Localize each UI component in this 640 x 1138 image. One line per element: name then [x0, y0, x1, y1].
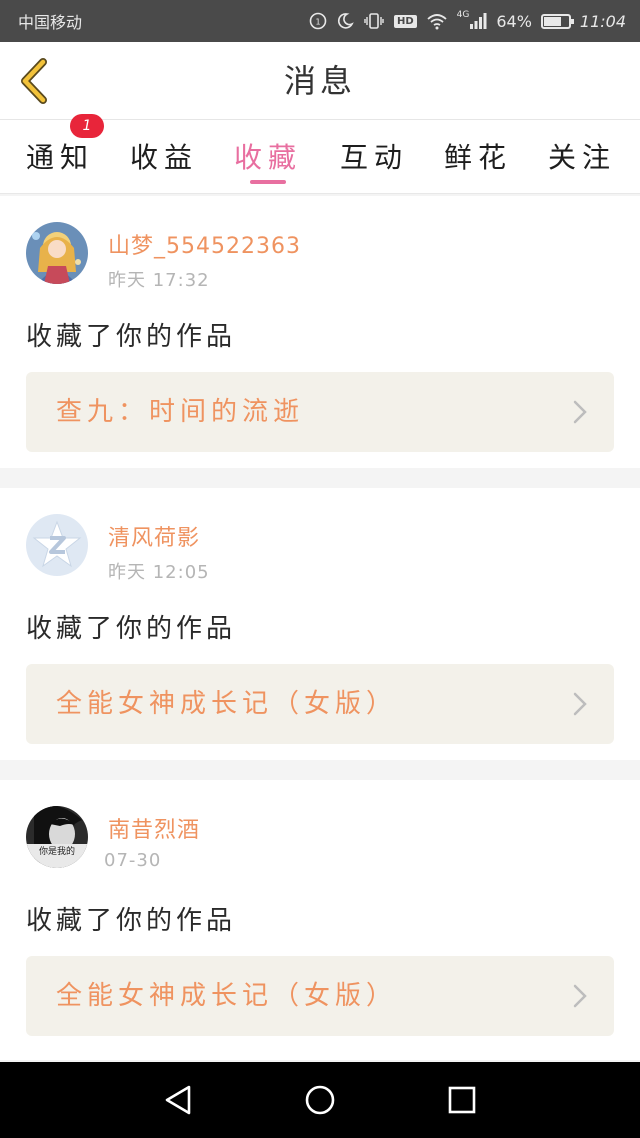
circle-home-icon	[305, 1085, 335, 1115]
work-title: 全能女神成长记（女版）	[56, 981, 398, 1011]
signal-icon: 4G	[456, 10, 488, 29]
carrier-label: 中国移动	[18, 13, 83, 32]
chevron-right-icon	[573, 692, 587, 716]
timestamp: 昨天 17:32	[108, 270, 210, 291]
vibrate-icon	[363, 12, 385, 30]
timestamp: 07-30	[104, 850, 162, 871]
avatar-text: 你是我的	[39, 845, 75, 857]
message-card: 清风荷影 昨天 12:05 收藏了你的作品 全能女神成长记（女版）	[0, 488, 640, 760]
page-title: 消息	[283, 62, 356, 100]
network-type: 4G	[456, 10, 470, 20]
active-tab-indicator	[250, 180, 286, 184]
message-card: 山梦_554522363 昨天 17:32 收藏了你的作品 查九：时间的流逝	[0, 196, 640, 468]
avatar[interactable]: 你是我的	[26, 806, 88, 868]
wifi-icon	[426, 12, 448, 30]
clock: 11:04	[579, 11, 626, 31]
tab-earnings[interactable]: 收益	[114, 120, 214, 194]
moon-icon	[336, 12, 354, 30]
avatar[interactable]	[26, 514, 88, 576]
work-link[interactable]: 全能女神成长记（女版）	[26, 664, 614, 744]
chevron-right-icon	[573, 400, 587, 424]
action-text: 收藏了你的作品	[26, 322, 237, 352]
status-bar: 中国移动 1 HD 4G 64% 11:04	[0, 0, 640, 42]
tab-bar: 通知 1 收益 收藏 互动 鲜花 关注	[0, 114, 640, 194]
system-nav-bar	[0, 1062, 640, 1138]
username[interactable]: 清风荷影	[108, 520, 200, 552]
tab-label: 关注	[547, 141, 616, 174]
work-link[interactable]: 全能女神成长记（女版）	[26, 956, 614, 1036]
action-text: 收藏了你的作品	[26, 906, 237, 936]
tab-label: 互动	[339, 141, 408, 174]
username[interactable]: 南昔烈酒	[108, 812, 200, 844]
work-title: 全能女神成长记（女版）	[56, 689, 398, 719]
message-card: 你是我的 南昔烈酒 07-30 收藏了你的作品 全能女神成长记（女版）	[0, 780, 640, 1060]
call-icon: 1	[309, 12, 327, 30]
avatar[interactable]	[26, 222, 88, 284]
tab-following[interactable]: 关注	[532, 120, 632, 194]
tab-favorites[interactable]: 收藏	[218, 120, 318, 194]
unread-badge: 1	[70, 114, 104, 138]
tab-flowers[interactable]: 鲜花	[428, 120, 528, 194]
chevron-right-icon	[573, 984, 587, 1008]
nav-home-button[interactable]	[300, 1080, 340, 1120]
action-text: 收藏了你的作品	[26, 614, 237, 644]
tab-label: 收藏	[233, 141, 302, 174]
username[interactable]: 山梦_554522363	[108, 228, 301, 260]
square-recents-icon	[448, 1086, 476, 1114]
triangle-back-icon	[165, 1085, 191, 1115]
nav-back-button[interactable]	[158, 1080, 198, 1120]
tab-notifications[interactable]: 通知 1	[10, 114, 110, 194]
battery-percent: 64%	[496, 11, 532, 31]
svg-text:1: 1	[315, 18, 320, 27]
tab-label: 鲜花	[443, 141, 512, 174]
timestamp: 昨天 12:05	[108, 562, 210, 583]
tab-interactions[interactable]: 互动	[324, 120, 424, 194]
battery-icon	[540, 13, 574, 29]
tab-label: 通知	[25, 141, 94, 174]
work-title: 查九：时间的流逝	[56, 397, 305, 427]
status-icons: 1 HD 4G 64% 11:04	[309, 10, 626, 31]
hd-badge: HD	[393, 14, 417, 28]
work-link[interactable]: 查九：时间的流逝	[26, 372, 614, 452]
app-header: 消息	[0, 42, 640, 120]
tab-label: 收益	[129, 141, 198, 174]
nav-recents-button[interactable]	[442, 1080, 482, 1120]
